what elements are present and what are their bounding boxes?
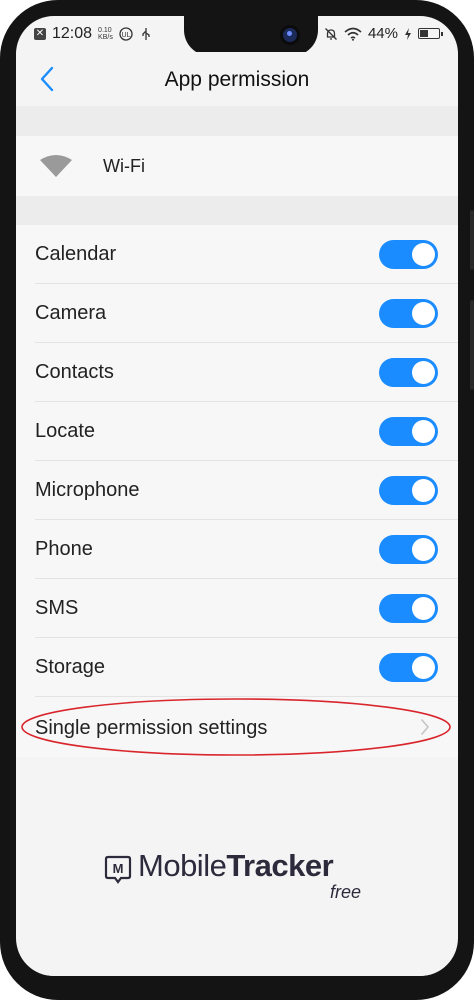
watermark-brand: MobileTracker [138, 848, 334, 884]
bottom-edge [16, 950, 458, 976]
notification-x-icon: ✕ [34, 28, 46, 40]
battery-percent: 44% [367, 25, 398, 42]
sms-toggle[interactable] [379, 594, 438, 623]
section-gap [16, 196, 458, 225]
status-left: ✕ 12:08 0.10 KB/s UL [34, 25, 153, 43]
contacts-toggle[interactable] [379, 358, 438, 387]
app-info-row: Wi-Fi [16, 136, 458, 196]
brand-light: Mobile [138, 848, 227, 883]
permission-label: Camera [35, 302, 107, 324]
permission-label: Calendar [35, 243, 117, 265]
watermark-logo: M MobileTracker free [104, 848, 384, 908]
permission-list: Calendar Camera Contacts Locate Micropho [16, 225, 458, 757]
svg-text:M: M [113, 861, 124, 876]
network-speed-value: 0.10 [98, 27, 112, 34]
mute-bell-icon [325, 27, 337, 40]
permission-row-camera: Camera [16, 284, 458, 343]
permission-row-phone: Phone [16, 520, 458, 579]
wifi-icon [40, 155, 72, 177]
microphone-toggle[interactable] [379, 476, 438, 505]
app-icon [34, 144, 78, 188]
permission-label: SMS [35, 597, 79, 619]
watermark-suffix: free [330, 882, 362, 902]
storage-toggle[interactable] [379, 653, 438, 682]
network-speed-unit: KB/s [98, 34, 113, 41]
permission-label: Locate [35, 420, 96, 442]
svg-text:UL: UL [121, 32, 130, 39]
page-title: App permission [164, 68, 310, 91]
volume-button [470, 210, 474, 270]
ul-certification-icon: UL [119, 27, 133, 41]
app-name: Wi-Fi [103, 156, 145, 176]
front-camera [280, 25, 300, 45]
permission-row-microphone: Microphone [16, 461, 458, 520]
permission-label: Storage [35, 656, 106, 678]
camera-toggle[interactable] [379, 299, 438, 328]
highlight-annotation-ellipse [21, 698, 451, 756]
permission-row-contacts: Contacts [16, 343, 458, 402]
status-right: 44% [324, 25, 443, 42]
wifi-signal-icon [344, 27, 362, 41]
permission-row-calendar: Calendar [16, 225, 458, 284]
permission-row-locate: Locate [16, 402, 458, 461]
power-button [470, 300, 474, 390]
phone-toggle[interactable] [379, 535, 438, 564]
screen: ✕ 12:08 0.10 KB/s UL 44% App permission … [16, 16, 458, 976]
section-gap [16, 106, 458, 136]
locate-toggle[interactable] [379, 417, 438, 446]
brand-bold: Tracker [226, 848, 334, 883]
permission-label: Phone [35, 538, 93, 560]
permission-row-storage: Storage [16, 638, 458, 697]
charging-bolt-icon [405, 27, 411, 40]
permission-label: Microphone [35, 479, 140, 501]
permission-label: Contacts [35, 361, 114, 383]
permission-row-sms: SMS [16, 579, 458, 638]
phone-frame: ✕ 12:08 0.10 KB/s UL 44% App permission … [0, 0, 474, 1000]
usb-icon [142, 28, 150, 40]
battery-icon [418, 28, 443, 39]
network-speed: 0.10 KB/s [98, 27, 113, 41]
status-time: 12:08 [52, 25, 93, 42]
calendar-toggle[interactable] [379, 240, 438, 269]
mobiletracker-logo-icon: M [104, 855, 132, 884]
nav-bar: App permission [16, 52, 458, 106]
